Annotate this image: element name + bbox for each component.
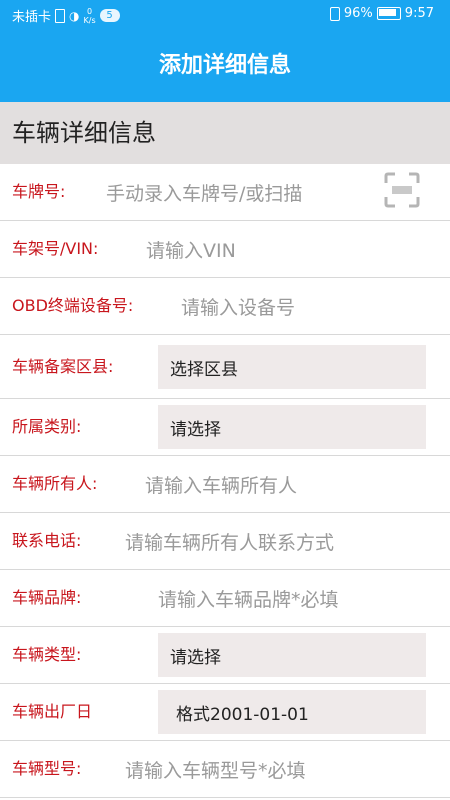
type-label: 车辆类型: <box>12 645 82 664</box>
plate-row: 车牌号: 手动录入车牌号/或扫描 <box>0 164 450 221</box>
scan-icon[interactable] <box>384 172 420 208</box>
notification-badge: 5 <box>99 9 120 22</box>
carrier-text: 未插卡 <box>12 10 52 25</box>
owner-row: 车辆所有人: 请输入车辆所有人 <box>0 456 450 513</box>
mfg-date-row: 车辆出厂日 格式2001-01-01 <box>0 684 450 741</box>
plate-input[interactable]: 手动录入车牌号/或扫描 <box>106 164 302 220</box>
owner-input[interactable]: 请输入车辆所有人 <box>145 456 297 512</box>
status-bar: 未插卡 ◑ 0 K/s 5 96% 9:57 <box>0 0 450 30</box>
category-select[interactable]: 请选择 <box>158 405 426 449</box>
net-speed-value: 0 <box>87 6 93 16</box>
phone-row: 联系电话: 请输车辆所有人联系方式 <box>0 513 450 570</box>
category-row: 所属类别: 请选择 <box>0 399 450 456</box>
vin-input[interactable]: 请输入VIN <box>146 221 236 277</box>
vehicle-form: 车牌号: 手动录入车牌号/或扫描 车架号/VIN: 请输入VIN OBD终端设备… <box>0 164 450 798</box>
vin-row: 车架号/VIN: 请输入VIN <box>0 221 450 278</box>
phone-label: 联系电话: <box>12 531 82 550</box>
brand-row: 车辆品牌: 请输入车辆品牌*必填 <box>0 570 450 627</box>
model-label: 车辆型号: <box>12 759 82 778</box>
obd-row: OBD终端设备号: 请输入设备号 <box>0 278 450 335</box>
phone-input[interactable]: 请输车辆所有人联系方式 <box>125 513 334 569</box>
wifi-icon: ◑ <box>69 8 80 23</box>
type-row: 车辆类型: 请选择 <box>0 627 450 684</box>
battery-percent: 96% <box>343 6 373 21</box>
district-row: 车辆备案区县: 选择区县 <box>0 335 450 399</box>
owner-label: 车辆所有人: <box>12 474 98 493</box>
district-select[interactable]: 选择区县 <box>158 345 426 389</box>
plate-label: 车牌号: <box>12 182 66 201</box>
sim-icon <box>55 8 66 23</box>
vin-label: 车架号/VIN: <box>12 239 99 258</box>
net-speed-unit: K/s <box>83 15 96 25</box>
category-label: 所属类别: <box>12 417 82 436</box>
model-input[interactable]: 请输入车辆型号*必填 <box>125 741 306 797</box>
obd-label: OBD终端设备号: <box>12 296 134 315</box>
page-title: 添加详细信息 <box>0 30 450 102</box>
battery-icon <box>376 7 401 20</box>
brand-label: 车辆品牌: <box>12 588 82 607</box>
vibrate-icon <box>329 6 340 21</box>
obd-input[interactable]: 请输入设备号 <box>181 278 295 334</box>
net-speed: 0 K/s <box>84 7 96 25</box>
mfg-date-input[interactable]: 格式2001-01-01 <box>158 690 426 734</box>
section-title: 车辆详细信息 <box>0 102 450 164</box>
district-label: 车辆备案区县: <box>12 356 114 376</box>
clock: 9:57 <box>404 6 434 21</box>
model-row: 车辆型号: 请输入车辆型号*必填 <box>0 741 450 798</box>
mfg-date-label: 车辆出厂日 <box>12 702 93 721</box>
brand-input[interactable]: 请输入车辆品牌*必填 <box>158 570 339 626</box>
type-select[interactable]: 请选择 <box>158 633 426 677</box>
